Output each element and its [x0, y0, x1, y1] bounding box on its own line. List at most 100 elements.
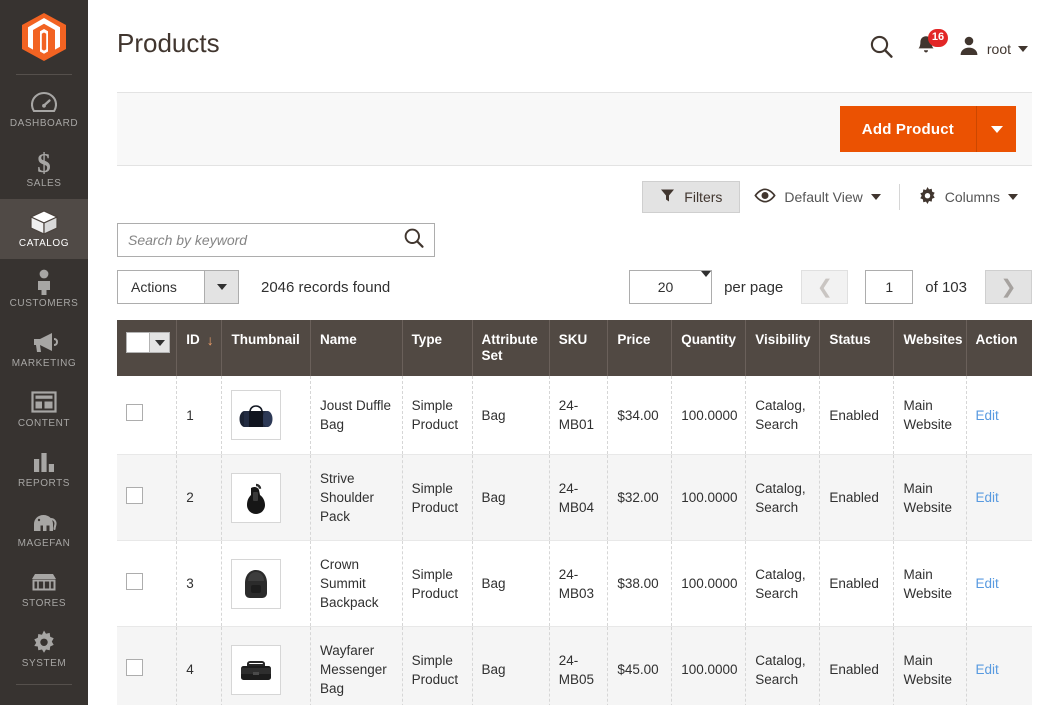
cell-price: $32.00 [607, 454, 673, 541]
sidebar-item-marketing[interactable]: MARKETING [0, 319, 88, 379]
notification-count-badge: 16 [927, 28, 949, 47]
column-header-websites[interactable]: Websites [893, 320, 967, 376]
next-page-button[interactable]: ❯ [985, 270, 1032, 304]
column-header-status[interactable]: Status [819, 320, 895, 376]
cell-visibility: Catalog, Search [745, 376, 821, 455]
filters-button[interactable]: Filters [642, 181, 741, 213]
sidebar-item-label: DASHBOARD [9, 118, 79, 129]
notifications-button[interactable]: 16 [904, 28, 949, 66]
column-header-quantity[interactable]: Quantity [671, 320, 747, 376]
add-product-split-button: Add Product [839, 106, 1016, 152]
cell-quantity: 100.0000 [671, 540, 747, 627]
sidebar-item-sales[interactable]: $ SALES [0, 139, 88, 199]
row-checkbox[interactable] [126, 658, 143, 676]
admin-app: DASHBOARD $ SALES CATALOG CUSTOMERS MARK… [0, 0, 1050, 705]
cell-action: Edit [966, 626, 1032, 705]
columns-selector[interactable]: Columns [904, 181, 1032, 213]
edit-link[interactable]: Edit [976, 490, 999, 505]
cell-quantity: 100.0000 [671, 626, 747, 705]
column-header-thumbnail[interactable]: Thumbnail [221, 320, 311, 376]
column-header-sku[interactable]: SKU [549, 320, 609, 376]
magento-logo-icon [22, 13, 66, 61]
products-table: ID ↓ Thumbnail Name Type Attribute Set S… [117, 320, 1032, 705]
table-row: 1 Joust Duffle Bag Simple Product Bag 24… [117, 376, 1032, 455]
eye-icon [754, 188, 777, 206]
layout-icon [31, 388, 57, 416]
elephant-icon [29, 508, 59, 536]
cell-sku: 24-MB04 [549, 454, 609, 541]
edit-link[interactable]: Edit [976, 408, 999, 423]
per-page-value: 20 [657, 279, 674, 295]
row-select-cell [117, 626, 178, 705]
add-product-dropdown-toggle[interactable] [976, 106, 1016, 152]
select-all-checkbox[interactable] [126, 332, 170, 353]
row-checkbox[interactable] [126, 404, 143, 421]
cell-visibility: Catalog, Search [745, 626, 821, 705]
edit-link[interactable]: Edit [976, 576, 999, 591]
column-header-price[interactable]: Price [607, 320, 673, 376]
svg-text:$: $ [37, 149, 51, 176]
global-search-button[interactable] [860, 32, 904, 66]
cell-type: Simple Product [402, 626, 473, 705]
cell-id: 2 [176, 454, 223, 541]
chevron-right-icon: ❯ [1000, 276, 1017, 298]
cell-quantity: 100.0000 [671, 376, 747, 455]
sidebar-item-reports[interactable]: REPORTS [0, 439, 88, 499]
messenger-bag-thumbnail [231, 644, 282, 695]
cell-sku: 24-MB01 [549, 376, 609, 455]
box-icon [29, 208, 59, 236]
column-label: ID [186, 332, 200, 347]
sidebar-item-label: SYSTEM [21, 658, 67, 669]
mass-actions-dropdown[interactable]: Actions [117, 270, 239, 304]
page-number-input[interactable] [865, 270, 914, 304]
per-page-dropdown[interactable]: 20 [629, 270, 713, 304]
main-content: Products 16 root Add Product Filters Def… [88, 0, 1050, 705]
sidebar-item-label: REPORTS [17, 478, 70, 489]
sidebar-item-label: SALES [26, 178, 62, 189]
magento-logo[interactable] [0, 0, 88, 74]
total-pages-label: of 103 [925, 278, 967, 296]
per-page-label: per page [724, 278, 784, 296]
sidebar-item-dashboard[interactable]: DASHBOARD [0, 79, 88, 139]
cell-type: Simple Product [402, 376, 473, 455]
search-submit-button[interactable] [394, 224, 434, 256]
column-header-name[interactable]: Name [310, 320, 403, 376]
pagination: 20 per page ❮ of 103 ❯ [629, 270, 1032, 304]
search-row [117, 223, 1032, 259]
cell-price: $34.00 [607, 376, 673, 455]
sidebar-item-content[interactable]: CONTENT [0, 379, 88, 439]
previous-page-button[interactable]: ❮ [801, 270, 849, 304]
add-product-button[interactable]: Add Product [839, 106, 976, 152]
default-view-selector[interactable]: Default View [740, 181, 894, 213]
table-body: 1 Joust Duffle Bag Simple Product Bag 24… [117, 376, 1032, 705]
gear-icon [918, 186, 937, 208]
chevron-down-icon [870, 194, 881, 200]
keyword-search-box [117, 223, 435, 257]
column-header-type[interactable]: Type [402, 320, 473, 376]
column-header-attribute-set[interactable]: Attribute Set [472, 320, 550, 376]
cell-sku: 24-MB05 [549, 626, 609, 705]
sidebar-item-catalog[interactable]: CATALOG [0, 199, 88, 259]
row-select-cell [117, 540, 178, 627]
row-checkbox[interactable] [126, 572, 143, 590]
user-menu[interactable]: root [948, 31, 1032, 66]
chevron-down-icon [1008, 194, 1018, 200]
sidebar-item-magefan[interactable]: MAGEFAN [0, 499, 88, 559]
sidebar-item-system[interactable]: SYSTEM [0, 619, 88, 679]
edit-link[interactable]: Edit [976, 662, 999, 677]
cell-price: $38.00 [607, 540, 673, 627]
user-avatar-icon [958, 35, 980, 62]
cell-thumbnail [221, 626, 311, 705]
column-header-id[interactable]: ID ↓ [176, 320, 223, 376]
cell-name: Crown Summit Backpack [310, 540, 403, 627]
sidebar-item-customers[interactable]: CUSTOMERS [0, 259, 88, 319]
page-title: Products [117, 28, 220, 58]
search-input[interactable] [118, 225, 394, 255]
user-name: root [986, 40, 1011, 57]
sidebar-item-label: MAGEFAN [17, 538, 71, 549]
column-header-visibility[interactable]: Visibility [745, 320, 821, 376]
page-header: Products 16 root [88, 0, 1050, 86]
sidebar-item-stores[interactable]: STORES [0, 559, 88, 619]
row-checkbox[interactable] [126, 486, 143, 504]
cell-thumbnail [221, 540, 311, 627]
